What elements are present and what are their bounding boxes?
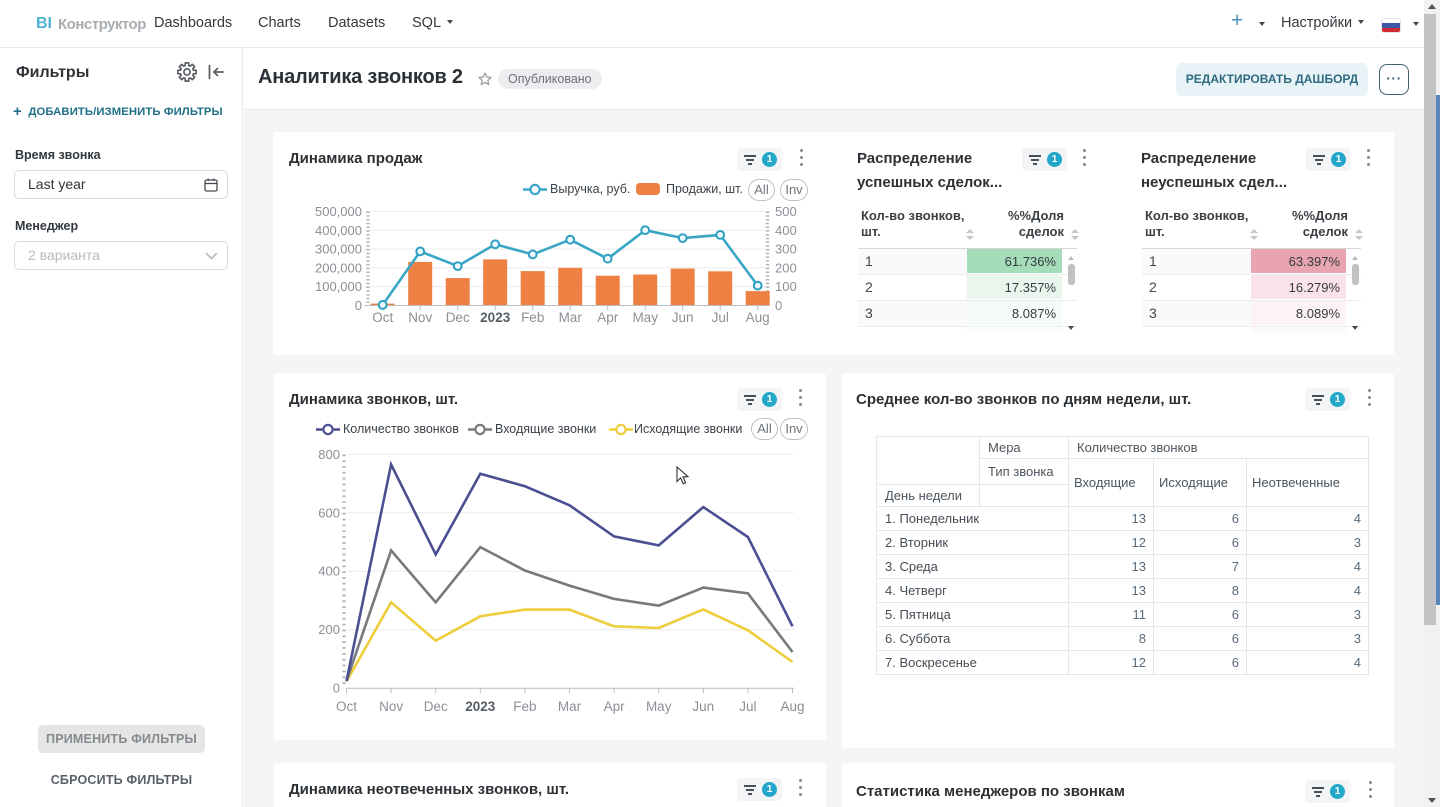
svg-text:Oct: Oct <box>336 699 357 714</box>
svg-text:Mar: Mar <box>559 310 583 325</box>
svg-text:Apr: Apr <box>604 699 626 714</box>
svg-text:400: 400 <box>318 564 340 579</box>
svg-text:400: 400 <box>775 223 797 238</box>
svg-text:May: May <box>646 699 672 714</box>
svg-text:2023: 2023 <box>480 310 511 325</box>
svg-text:600: 600 <box>318 505 340 520</box>
svg-text:Aug: Aug <box>746 310 770 325</box>
svg-text:Dec: Dec <box>446 310 470 325</box>
svg-text:Apr: Apr <box>597 310 619 325</box>
svg-text:2023: 2023 <box>465 699 496 714</box>
svg-text:300: 300 <box>775 242 797 257</box>
svg-text:100,000: 100,000 <box>315 279 362 294</box>
svg-text:Mar: Mar <box>558 699 582 714</box>
svg-text:200,000: 200,000 <box>315 260 362 275</box>
svg-text:Aug: Aug <box>780 699 804 714</box>
svg-text:0: 0 <box>775 298 782 313</box>
svg-text:100: 100 <box>775 279 797 294</box>
svg-text:200: 200 <box>775 260 797 275</box>
svg-text:Feb: Feb <box>513 699 536 714</box>
svg-text:Jun: Jun <box>692 699 714 714</box>
svg-text:300,000: 300,000 <box>315 242 362 257</box>
svg-text:May: May <box>632 310 658 325</box>
svg-text:Feb: Feb <box>521 310 544 325</box>
svg-text:Oct: Oct <box>372 310 393 325</box>
svg-text:500,000: 500,000 <box>315 204 362 219</box>
svg-text:Nov: Nov <box>379 699 403 714</box>
svg-text:200: 200 <box>318 622 340 637</box>
svg-text:400,000: 400,000 <box>315 223 362 238</box>
svg-text:0: 0 <box>333 681 340 696</box>
svg-text:500: 500 <box>775 204 797 219</box>
svg-text:Dec: Dec <box>424 699 448 714</box>
svg-text:Jul: Jul <box>739 699 756 714</box>
svg-text:Nov: Nov <box>408 310 432 325</box>
svg-text:800: 800 <box>318 447 340 462</box>
svg-text:Jun: Jun <box>672 310 694 325</box>
svg-text:0: 0 <box>355 298 362 313</box>
svg-text:Jul: Jul <box>712 310 729 325</box>
